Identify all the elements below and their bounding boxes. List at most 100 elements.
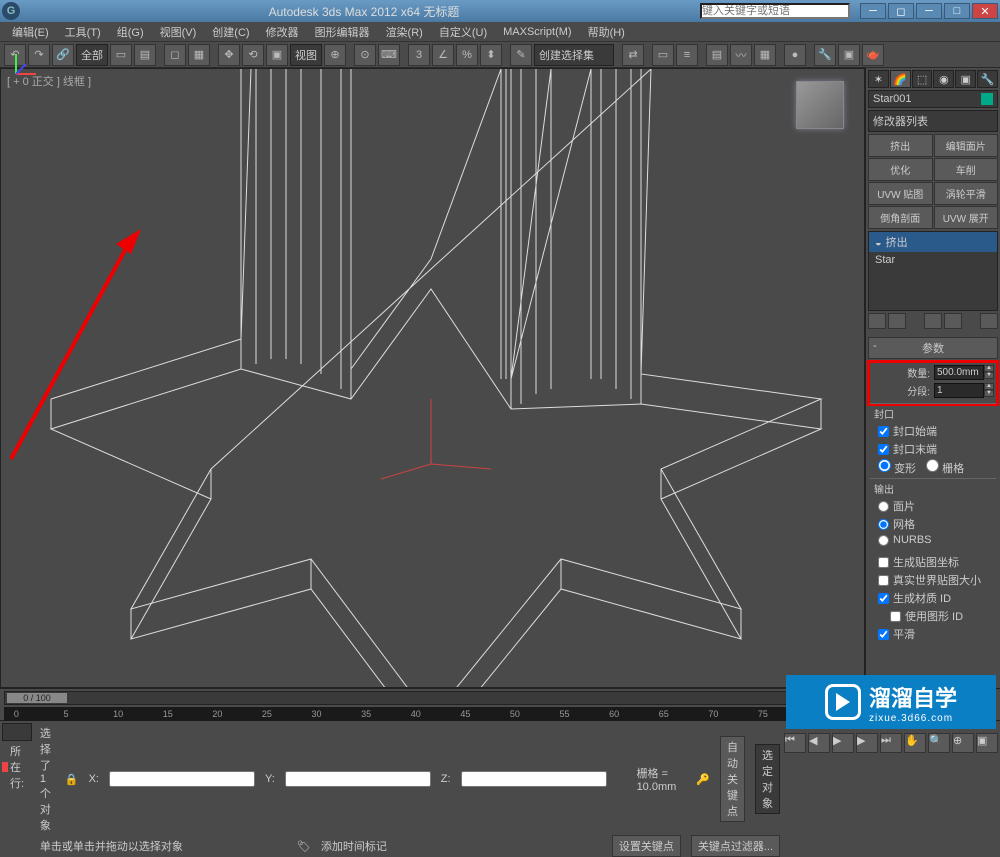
highlighted-params: 数量: ▲▼ 分段: ▲▼ <box>867 360 999 406</box>
real-world-checkbox[interactable] <box>878 575 889 586</box>
set-key-button[interactable]: 设置关键点 <box>612 835 681 857</box>
add-time-tag[interactable]: 添加时间标记 <box>321 838 387 854</box>
minimize-button[interactable]: ─ <box>860 3 886 19</box>
max-viewport-button[interactable]: ▣ <box>976 733 998 753</box>
show-end-button[interactable] <box>888 313 906 329</box>
menu-group[interactable]: 组(G) <box>109 22 152 42</box>
edit-mesh-button[interactable]: 编辑面片 <box>934 134 999 157</box>
help-search-input[interactable] <box>700 3 850 19</box>
auto-key-button[interactable]: 自动关键点 <box>720 736 745 822</box>
use-shape-label: 使用图形 ID <box>905 608 963 624</box>
menu-modifiers[interactable]: 修改器 <box>258 22 307 42</box>
configure-button[interactable] <box>980 313 998 329</box>
orbit-button[interactable]: ⊕ <box>952 733 974 753</box>
menu-views[interactable]: 视图(V) <box>152 22 205 42</box>
object-name-field[interactable]: Star001 <box>868 90 998 108</box>
menu-edit[interactable]: 编辑(E) <box>4 22 57 42</box>
script-mini-listener[interactable] <box>2 723 32 741</box>
menu-create[interactable]: 创建(C) <box>204 22 257 42</box>
extrude-button[interactable]: 挤出 <box>868 134 933 157</box>
output-group-label: 输出 <box>870 478 996 496</box>
goto-start-button[interactable]: ⏮ <box>784 733 806 753</box>
prompt-text: 单击或单击并拖动以选择对象 <box>36 836 187 856</box>
object-color-swatch[interactable] <box>981 93 993 105</box>
uvw-map-button[interactable]: UVW 贴图 <box>868 182 933 205</box>
stack-item-extrude[interactable]: ◒挤出 <box>869 232 997 252</box>
gen-map-checkbox[interactable] <box>878 557 889 568</box>
make-unique-button[interactable] <box>924 313 942 329</box>
params-rollout-title: 参数 <box>922 343 944 355</box>
morph-radio[interactable] <box>878 459 891 472</box>
cap-start-label: 封口始端 <box>893 423 937 439</box>
viewport[interactable]: [ + 0 正交 ] 线框 ] <box>0 68 865 688</box>
maximize-button[interactable]: □ <box>944 3 970 19</box>
grid-radio[interactable] <box>926 459 939 472</box>
gen-matid-checkbox[interactable] <box>878 593 889 604</box>
lock-selection-button[interactable]: 🔑 <box>696 773 710 786</box>
stack-item-star[interactable]: Star <box>869 252 997 268</box>
patch-label: 面片 <box>893 498 915 514</box>
cap-end-checkbox[interactable] <box>878 444 889 455</box>
command-panel: ✶ 🌈 ⬚ ◉ ▣ 🔧 Star001 修改器列表 挤出 编辑面片 优化 车削 … <box>865 68 1000 688</box>
time-slider-handle[interactable]: 0 / 100 <box>7 693 67 703</box>
minimize2-button[interactable]: ─ <box>916 3 942 19</box>
nurbs-radio[interactable] <box>878 535 889 546</box>
watermark: 溜溜自学 zixue.3d66.com <box>786 675 996 729</box>
current-line-label: 所在行: <box>10 743 32 791</box>
amount-spinner[interactable]: ▲▼ <box>934 365 994 380</box>
menu-customize[interactable]: 自定义(U) <box>431 22 495 42</box>
watermark-icon <box>825 684 861 720</box>
app-icon[interactable]: G <box>2 2 20 20</box>
uvw-unwrap-button[interactable]: UVW 展开 <box>934 206 999 229</box>
x-coord-input[interactable] <box>109 771 255 787</box>
lathe-button[interactable]: 车削 <box>934 158 999 181</box>
mesh-radio[interactable] <box>878 519 889 530</box>
bevel-button[interactable]: 倒角剖面 <box>868 206 933 229</box>
segments-spinner[interactable]: ▲▼ <box>934 383 994 398</box>
goto-end-button[interactable]: ⏭ <box>880 733 902 753</box>
smooth-label: 平滑 <box>893 626 915 642</box>
segments-input[interactable] <box>934 383 984 398</box>
use-shape-checkbox[interactable] <box>890 611 901 622</box>
cap-start-checkbox[interactable] <box>878 426 889 437</box>
y-coord-input[interactable] <box>285 771 431 787</box>
optimize-button[interactable]: 优化 <box>868 158 933 181</box>
smooth-checkbox[interactable] <box>878 629 889 640</box>
motion-tab[interactable]: ◉ <box>933 70 954 88</box>
gen-matid-label: 生成材质 ID <box>893 590 951 606</box>
watermark-main: 溜溜自学 <box>869 681 957 713</box>
remove-mod-button[interactable] <box>944 313 962 329</box>
mesh-label: 网格 <box>893 516 915 532</box>
grid-info: 栅格 = 10.0mm <box>637 765 677 793</box>
modifier-stack[interactable]: ◒挤出 Star <box>868 231 998 311</box>
utilities-tab[interactable]: 🔧 <box>977 70 998 88</box>
modifier-list-combo[interactable]: 修改器列表 <box>868 110 998 132</box>
menu-tools[interactable]: 工具(T) <box>57 22 109 42</box>
nurbs-label: NURBS <box>893 534 932 546</box>
play-button[interactable]: ▶ <box>832 733 854 753</box>
close-button[interactable]: ✕ <box>972 3 998 19</box>
key-filter-button[interactable]: 关键点过滤器... <box>691 835 780 857</box>
cap-group-label: 封口 <box>870 403 996 421</box>
zoom-button[interactable]: 🔍 <box>928 733 950 753</box>
params-rollout-header[interactable]: - 参数 <box>868 337 998 359</box>
modify-tab[interactable]: 🌈 <box>890 70 911 88</box>
gen-map-label: 生成贴图坐标 <box>893 554 959 570</box>
selected-combo[interactable]: 选定对象 <box>755 744 780 814</box>
menu-render[interactable]: 渲染(R) <box>378 22 431 42</box>
turbo-smooth-button[interactable]: 涡轮平滑 <box>934 182 999 205</box>
menu-help[interactable]: 帮助(H) <box>580 22 633 42</box>
menu-graph[interactable]: 图形编辑器 <box>307 22 378 42</box>
menu-maxscript[interactable]: MAXScript(M) <box>495 24 579 40</box>
amount-input[interactable] <box>934 365 984 380</box>
hierarchy-tab[interactable]: ⬚ <box>912 70 933 88</box>
prev-frame-button[interactable]: ◀ <box>808 733 830 753</box>
next-frame-button[interactable]: ▶ <box>856 733 878 753</box>
pan-button[interactable]: ✋ <box>904 733 926 753</box>
selection-info: 选择了 1 个对象 <box>36 723 55 835</box>
patch-radio[interactable] <box>878 501 889 512</box>
z-coord-input[interactable] <box>461 771 607 787</box>
display-tab[interactable]: ▣ <box>955 70 976 88</box>
menu-bar: 编辑(E) 工具(T) 组(G) 视图(V) 创建(C) 修改器 图形编辑器 渲… <box>0 22 1000 42</box>
restore-button[interactable]: ◻ <box>888 3 914 19</box>
